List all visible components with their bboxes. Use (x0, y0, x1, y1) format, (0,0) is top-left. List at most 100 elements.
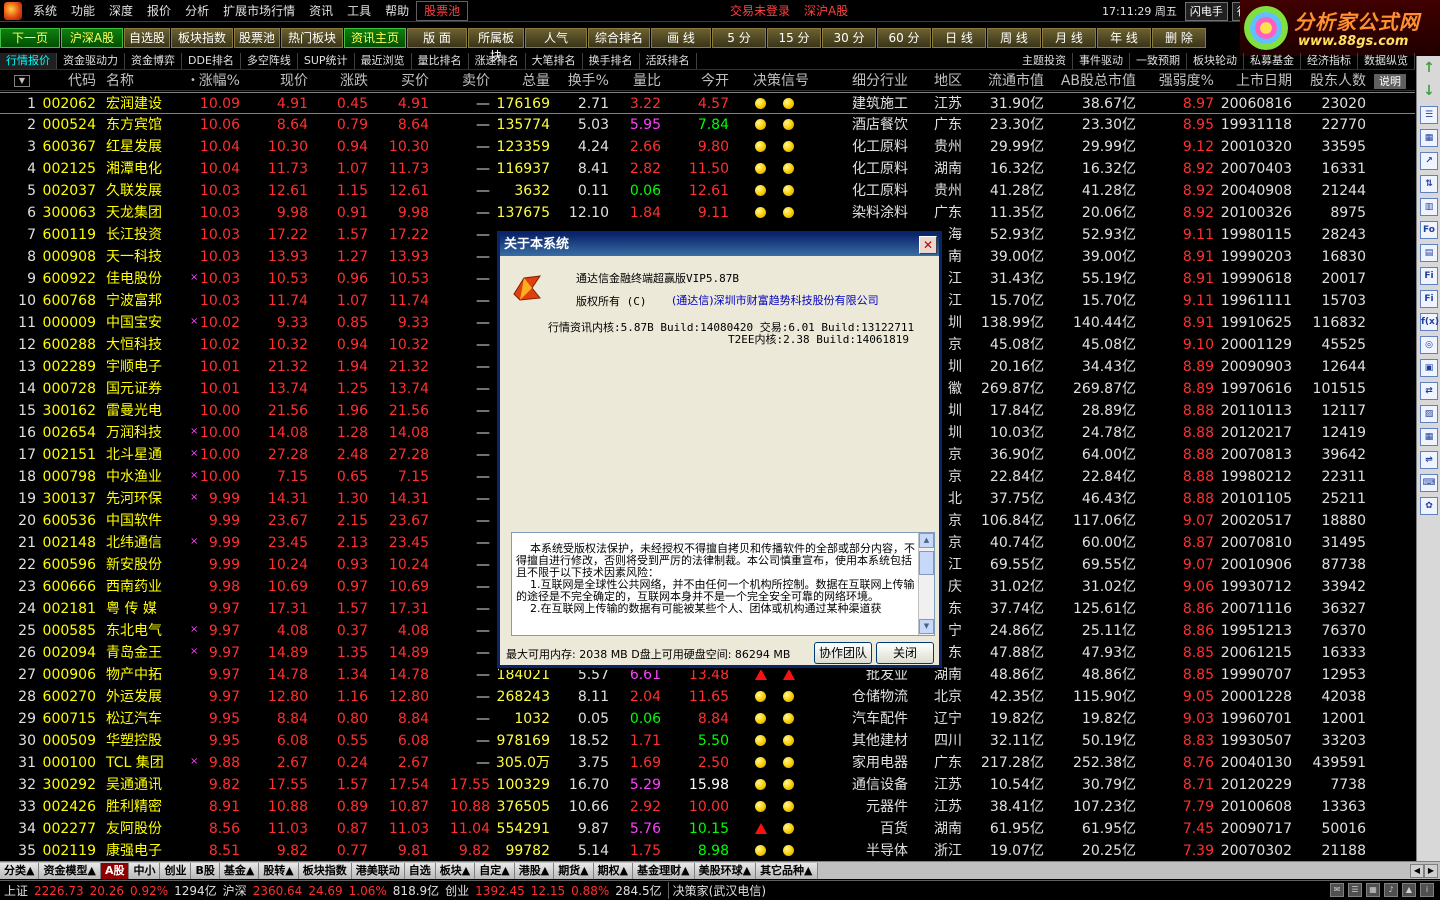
toolbar-button-1[interactable]: 沪深A股 (61, 28, 123, 48)
header-vol[interactable]: 总量 (490, 71, 550, 91)
cell-name[interactable]: 天龙集团 (106, 202, 186, 224)
cell-code[interactable]: 002062 (40, 93, 96, 115)
subtab-3[interactable]: DDE排名 (182, 52, 241, 69)
table-row[interactable]: 32 300292 吴通通讯 9.82 17.55 1.57 17.54 17.55 10032… (0, 774, 1415, 796)
header-diff[interactable]: 涨跌 (318, 71, 368, 91)
signal-dot-icon[interactable] (755, 757, 766, 768)
toolbar-button-15[interactable]: 60 分 (877, 28, 931, 48)
cell-code[interactable]: 600715 (40, 708, 96, 730)
app-logo-icon[interactable] (4, 1, 22, 20)
function-f10-icon[interactable]: Fo (1420, 221, 1438, 239)
header-turn[interactable]: 换手% (556, 71, 609, 91)
cell-code[interactable]: 002426 (40, 796, 96, 818)
table-icon[interactable]: ▤ (1420, 244, 1438, 262)
cell-name[interactable]: 东北电气 (106, 620, 186, 642)
header-flt[interactable]: 流通市值 (970, 71, 1044, 91)
menu-function[interactable]: 功能 (64, 0, 102, 22)
market-tab-4[interactable]: 创业 (160, 862, 192, 879)
header-date[interactable]: 上市日期 (1220, 71, 1292, 91)
tray-mail-icon[interactable]: ✉ (1330, 883, 1344, 897)
cell-code[interactable]: 000009 (40, 312, 96, 334)
scroll-thumb[interactable] (919, 551, 934, 575)
market-tab-3[interactable]: 中小 (129, 862, 161, 879)
cell-name[interactable]: 宏润建设 (106, 93, 186, 115)
header-str[interactable]: 强弱度% (1146, 71, 1214, 91)
cell-code[interactable]: 002037 (40, 180, 96, 202)
cell-code[interactable]: 002277 (40, 818, 96, 840)
header-chg[interactable]: 涨幅% (196, 71, 240, 91)
close-button[interactable]: 关闭 (876, 642, 934, 664)
market-tab-9[interactable]: 港美联动 (351, 862, 405, 879)
cell-code[interactable]: 002119 (40, 840, 96, 860)
cell-name[interactable]: 大恒科技 (106, 334, 186, 356)
scroll-up-icon[interactable]: ↑ (1420, 60, 1438, 78)
cell-code[interactable]: 600367 (40, 136, 96, 158)
cell-name[interactable]: 长江投资 (106, 224, 186, 246)
tray-info-icon[interactable]: i (1420, 883, 1434, 897)
table-row[interactable]: 29 600715 松辽汽车 9.95 8.84 0.80 8.84 — 1032 0.05 0.0… (0, 708, 1415, 730)
cell-name[interactable]: 中国宝安 (106, 312, 186, 334)
cell-code[interactable]: 000585 (40, 620, 96, 642)
toolbar-button-2[interactable]: 自选股 (124, 28, 170, 48)
cell-name[interactable]: 东方宾馆 (106, 114, 186, 136)
table-row[interactable]: 31 000100 TCL 集团 × 9.88 2.67 0.24 2.67—305.0万 3.… (0, 752, 1415, 774)
subtab-right-4[interactable]: 私募基金 (1244, 52, 1301, 69)
toolbar-button-8[interactable]: 所属板块 (468, 28, 524, 63)
keyboard-icon[interactable]: ⌨ (1420, 474, 1438, 492)
signal-up-icon[interactable] (755, 669, 767, 680)
signal-dot-icon[interactable] (755, 713, 766, 724)
pattern-icon[interactable]: ▨ (1420, 405, 1438, 423)
toolbar-button-20[interactable]: 删 除 (1152, 28, 1206, 48)
status-sh-value[interactable]: 2226.73 (34, 884, 84, 898)
status-sz-value[interactable]: 2360.64 (253, 884, 303, 898)
header-sell[interactable]: 卖价 (440, 71, 490, 91)
signal-dot-icon[interactable] (783, 691, 794, 702)
tray-signal-icon[interactable]: ▲ (1402, 883, 1416, 897)
menu-analysis[interactable]: 分析 (178, 0, 216, 22)
subtab-5[interactable]: SUP统计 (298, 52, 355, 69)
subtab-4[interactable]: 多空阵线 (241, 52, 298, 69)
formula-fi-icon[interactable]: Fi (1420, 267, 1438, 285)
table-row[interactable]: 1 002062 宏润建设 10.09 4.91 0.45 4.91 — 176169 2.71 3… (0, 92, 1415, 114)
company-link[interactable]: (通达信)深圳市财富趋势科技股份有限公司 (672, 292, 879, 308)
subtab-7[interactable]: 量比排名 (412, 52, 469, 69)
signal-dot-icon[interactable] (755, 185, 766, 196)
market-tab-6[interactable]: 基金▲ (219, 862, 260, 879)
cell-code[interactable]: 002125 (40, 158, 96, 180)
market-tab-13[interactable]: 港股▲ (514, 862, 555, 879)
header-open[interactable]: 今开 (666, 71, 729, 91)
cell-name[interactable]: 胜利精密 (106, 796, 186, 818)
tray-sound-icon[interactable]: ♪ (1384, 883, 1398, 897)
header-price[interactable]: 现价 (256, 71, 308, 91)
header-sig[interactable]: 决策信号 (744, 71, 818, 91)
cell-code[interactable]: 300063 (40, 202, 96, 224)
market-tab-1[interactable]: 资金模型▲ (39, 862, 101, 879)
signal-dot-icon[interactable] (783, 141, 794, 152)
market-tab-14[interactable]: 期货▲ (554, 862, 594, 879)
cell-code[interactable]: 300137 (40, 488, 96, 510)
table-row[interactable]: 6 300063 天龙集团 10.03 9.98 0.91 9.98 — 137675 12.10… (0, 202, 1415, 224)
cell-code[interactable]: 600666 (40, 576, 96, 598)
signal-dot-icon[interactable] (755, 735, 766, 746)
table-row[interactable]: 5 002037 久联发展 10.03 12.61 1.15 12.61 — 3632 0.11 0… (0, 180, 1415, 202)
license-scrollbar[interactable]: ▲ ▼ (918, 533, 934, 635)
explain-button[interactable]: 说明 (1374, 74, 1406, 89)
signal-dot-icon[interactable] (783, 185, 794, 196)
toolbar-button-7[interactable]: 版 面 (407, 28, 467, 48)
dialog-title-bar[interactable]: 关于本系统 ✕ (500, 234, 939, 256)
signal-dot-icon[interactable] (783, 735, 794, 746)
signal-dot-icon[interactable] (755, 98, 766, 109)
cell-name[interactable]: 中水渔业 (106, 466, 186, 488)
cell-code[interactable]: 600768 (40, 290, 96, 312)
license-textbox[interactable]: 本系统受版权法保护，未经授权不得擅自拷贝和传播软件的全部或部分内容，不得擅自进行… (511, 532, 935, 636)
header-reg[interactable]: 地区 (916, 71, 962, 91)
table-row[interactable]: 34 002277 友阿股份 8.56 11.03 0.87 11.03 11.04 55429… (0, 818, 1415, 840)
cell-name[interactable]: 物产中拓 (106, 664, 186, 686)
signal-dot-icon[interactable] (783, 845, 794, 856)
subtab-right-3[interactable]: 板块轮动 (1187, 52, 1244, 69)
signal-dot-icon[interactable] (755, 119, 766, 130)
cell-code[interactable]: 002289 (40, 356, 96, 378)
header-name[interactable]: 名称 (106, 71, 186, 91)
toolbar-button-0[interactable]: 下一页 (0, 28, 60, 48)
cell-code[interactable]: 002094 (40, 642, 96, 664)
